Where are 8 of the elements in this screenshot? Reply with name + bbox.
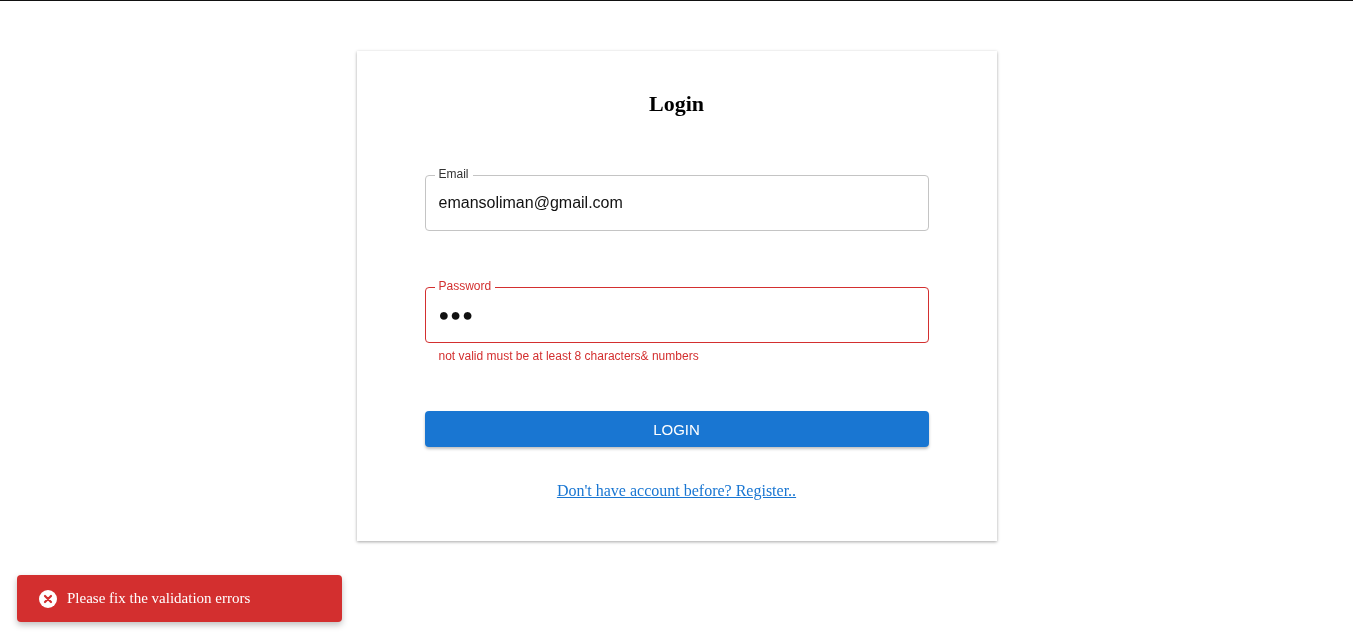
field-label: Email — [434, 168, 473, 180]
error-icon — [39, 589, 57, 608]
error-message: not valid must be at least 8 characters& numbers — [438, 349, 699, 363]
field-label: Password — [434, 280, 496, 292]
register-link[interactable]: Don't have account before? Register.. — [556, 482, 797, 500]
login-title: Login — [649, 91, 704, 117]
login-button[interactable]: LOGIN — [424, 411, 929, 447]
toast-message: Please fix the validation errors — [67, 590, 251, 607]
